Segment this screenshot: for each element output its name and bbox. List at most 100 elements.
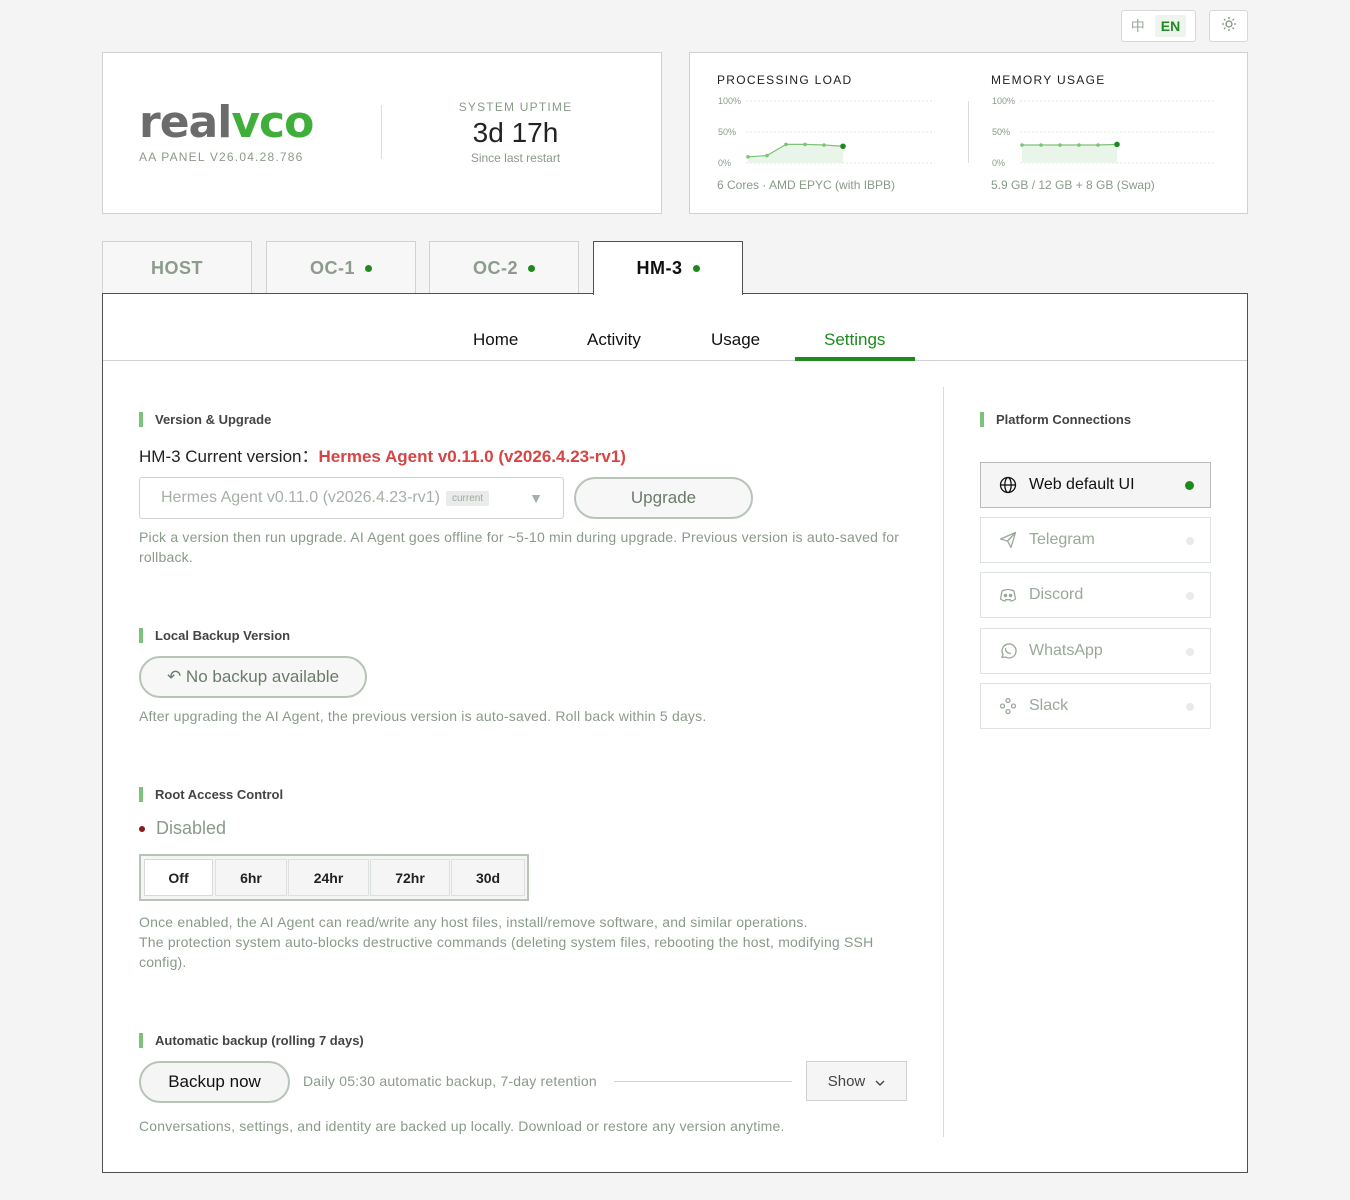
memory-usage-sub: 5.9 GB / 12 GB + 8 GB (Swap) bbox=[991, 178, 1155, 192]
memory-usage-point bbox=[1039, 143, 1043, 147]
root-duration-selector: Off 6hr 24hr 72hr 30d bbox=[139, 854, 529, 901]
root-option-24hr[interactable]: 24hr bbox=[288, 859, 369, 896]
tab-settings[interactable]: Settings bbox=[824, 330, 885, 350]
uptime-sub: Since last restart bbox=[470, 151, 561, 165]
backup-version-help: After upgrading the AI Agent, the previo… bbox=[139, 708, 707, 724]
memory-usage-point bbox=[1058, 143, 1062, 147]
connection-status-indicator bbox=[1186, 592, 1194, 600]
globe-icon bbox=[999, 476, 1017, 494]
current-badge: current bbox=[445, 490, 490, 506]
show-backups-button[interactable]: Show bbox=[806, 1061, 907, 1101]
connection-status-indicator bbox=[1186, 648, 1194, 656]
root-status: Disabled bbox=[139, 818, 226, 839]
current-version: HM-3 Current version：Hermes Agent v0.11.… bbox=[139, 447, 626, 466]
auto-backup-help: Conversations, settings, and identity ar… bbox=[139, 1118, 785, 1134]
language-switch[interactable]: 中 EN bbox=[1121, 10, 1196, 42]
tab-activity[interactable]: Activity bbox=[587, 330, 641, 350]
tab-home[interactable]: Home bbox=[473, 330, 518, 350]
backup-version-section-title: Local Backup Version bbox=[139, 628, 290, 643]
host-tab-oc-2[interactable]: OC-2 bbox=[429, 241, 579, 294]
processing-load-title: PROCESSING LOAD bbox=[717, 73, 853, 87]
discord-icon bbox=[999, 586, 1017, 604]
subnav: Home Activity Usage Settings bbox=[103, 294, 1247, 361]
processing-load-point bbox=[784, 142, 788, 147]
processing-load-point bbox=[803, 142, 807, 147]
connection-discord[interactable]: Discord bbox=[980, 572, 1211, 618]
memory-usage-y-tick: 100% bbox=[992, 96, 1015, 106]
memory-usage-chart: 100% 50% 0% bbox=[992, 96, 1216, 168]
connection-status-indicator bbox=[1186, 703, 1194, 711]
backup-now-button[interactable]: Backup now bbox=[139, 1061, 290, 1103]
root-section-title: Root Access Control bbox=[139, 787, 283, 802]
root-option-off[interactable]: Off bbox=[144, 859, 213, 896]
connection-slack[interactable]: Slack bbox=[980, 683, 1211, 729]
root-option-72hr[interactable]: 72hr bbox=[370, 859, 450, 896]
chevron-down-icon: ▼ bbox=[529, 490, 543, 506]
connection-status-indicator bbox=[1185, 481, 1194, 490]
whatsapp-icon bbox=[999, 642, 1017, 660]
processing-load-point bbox=[840, 143, 846, 150]
uptime-label: SYSTEM UPTIME bbox=[458, 100, 573, 114]
panel-version: AA PANEL V26.04.28.786 bbox=[139, 150, 304, 164]
processing-load-sub: 6 Cores · AMD EPYC (with IBPB) bbox=[717, 178, 896, 192]
main-panel: Home Activity Usage Settings Version & U… bbox=[102, 293, 1248, 1173]
slack-icon bbox=[999, 697, 1017, 715]
auto-backup-section-title: Automatic backup (rolling 7 days) bbox=[139, 1033, 364, 1048]
online-indicator bbox=[692, 265, 700, 272]
root-option-6hr[interactable]: 6hr bbox=[215, 859, 287, 896]
connection-whatsapp[interactable]: WhatsApp bbox=[980, 628, 1211, 674]
upgrade-help: Pick a version then run upgrade. AI Agen… bbox=[139, 529, 900, 565]
online-indicator bbox=[528, 264, 535, 272]
divider bbox=[381, 105, 382, 159]
chevron-down-icon bbox=[875, 1073, 885, 1090]
rollback-button[interactable]: ↶ No backup available bbox=[139, 656, 367, 698]
online-indicator bbox=[365, 264, 372, 272]
connection-telegram[interactable]: Telegram bbox=[980, 517, 1211, 563]
connection-status-indicator bbox=[1186, 537, 1194, 545]
processing-load-point bbox=[765, 153, 769, 158]
host-tab-host[interactable]: HOST bbox=[102, 241, 252, 294]
memory-usage-point bbox=[1114, 141, 1120, 148]
metrics-card: PROCESSING LOAD 100% 50% 0% 6 Cores · AMD … bbox=[689, 52, 1248, 214]
processing-load-y-tick: 50% bbox=[718, 127, 736, 137]
connection-web-ui[interactable]: Web default UI bbox=[980, 462, 1211, 508]
send-icon bbox=[999, 531, 1017, 549]
memory-usage-point bbox=[1020, 143, 1024, 147]
backup-schedule: Daily 05:30 automatic backup, 7-day rete… bbox=[303, 1073, 597, 1089]
tab-usage[interactable]: Usage bbox=[711, 330, 760, 350]
lang-en-option[interactable]: EN bbox=[1154, 15, 1187, 37]
memory-usage-area bbox=[1022, 144, 1117, 163]
root-option-30d[interactable]: 30d bbox=[451, 859, 525, 896]
divider bbox=[614, 1081, 792, 1082]
root-status-text: Disabled bbox=[156, 818, 227, 838]
status-indicator bbox=[139, 825, 145, 832]
memory-usage-title: MEMORY USAGE bbox=[991, 73, 1106, 87]
processing-load-area bbox=[748, 144, 843, 163]
active-tab-indicator bbox=[795, 357, 915, 361]
version-section-title: Version & Upgrade bbox=[139, 412, 271, 427]
uptime-value: 3d 17h bbox=[472, 117, 559, 148]
memory-usage-y-tick: 50% bbox=[992, 127, 1010, 137]
current-version-value: Hermes Agent v0.11.0 (v2026.4.23-rv1) bbox=[318, 447, 626, 466]
lang-zh-option[interactable]: 中 bbox=[1131, 16, 1145, 36]
divider bbox=[943, 387, 944, 1137]
processing-load-y-tick: 100% bbox=[718, 96, 741, 106]
connections-title: Platform Connections bbox=[980, 412, 1131, 427]
processing-load-point bbox=[822, 143, 826, 147]
sun-icon bbox=[1221, 16, 1237, 37]
processing-load-chart: 100% 50% 0% bbox=[718, 96, 935, 168]
host-tab-hm-3[interactable]: HM-3 bbox=[593, 241, 743, 295]
divider bbox=[968, 101, 969, 163]
host-tab-oc-1[interactable]: OC-1 bbox=[266, 241, 416, 294]
logo: realvco bbox=[139, 97, 314, 148]
upgrade-button[interactable]: Upgrade bbox=[574, 477, 753, 519]
processing-load-point bbox=[746, 155, 750, 159]
theme-toggle-button[interactable] bbox=[1209, 10, 1248, 42]
processing-load-y-tick: 0% bbox=[718, 158, 731, 168]
version-select[interactable]: Hermes Agent v0.11.0 (v2026.4.23-rv1) cu… bbox=[139, 477, 564, 519]
memory-usage-point bbox=[1096, 143, 1100, 147]
brand-card: realvco AA PANEL V26.04.28.786 SYSTEM UP… bbox=[102, 52, 662, 214]
memory-usage-line bbox=[1022, 143, 1118, 146]
root-help: Once enabled, the AI Agent can read/writ… bbox=[139, 914, 874, 970]
memory-usage-point bbox=[1077, 143, 1081, 147]
